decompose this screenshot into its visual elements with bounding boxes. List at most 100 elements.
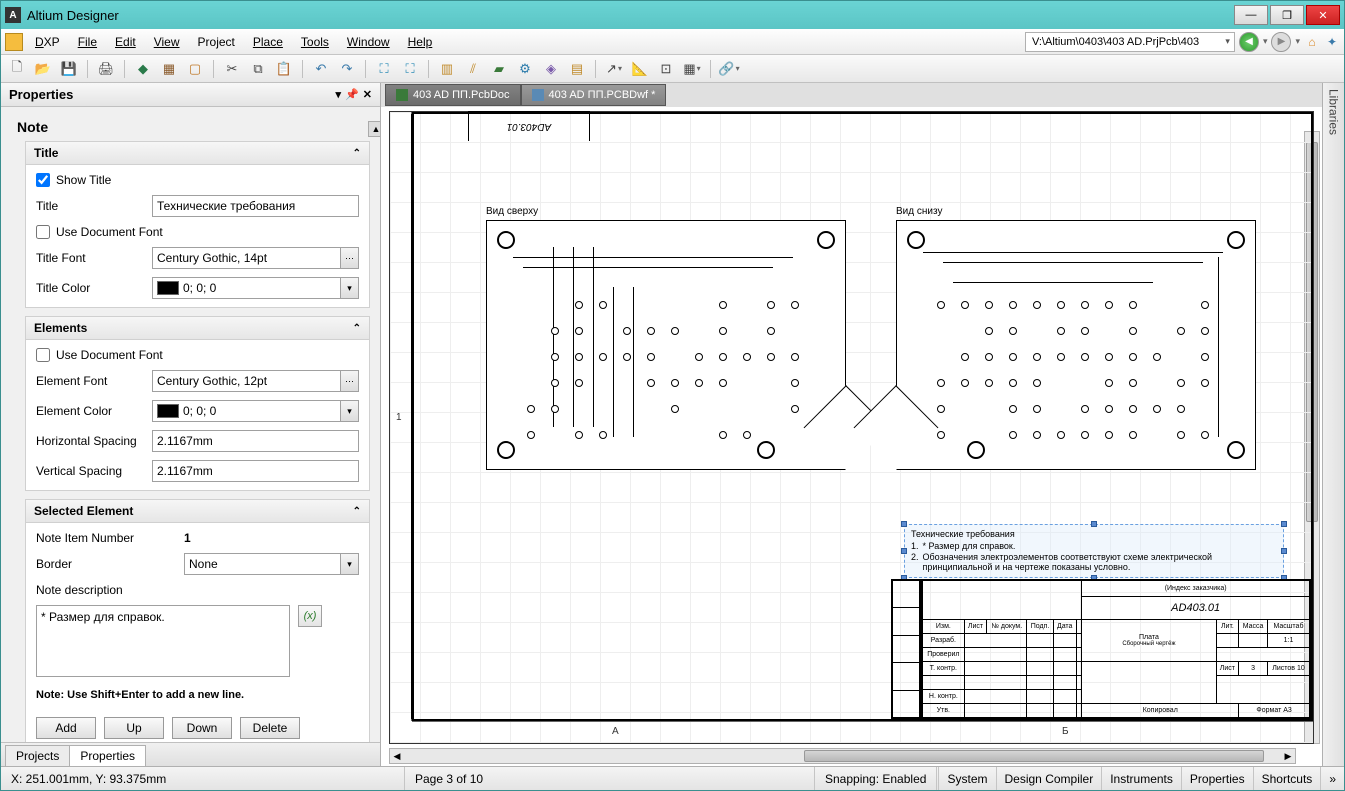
down-button[interactable]: Down — [172, 717, 232, 739]
status-instruments[interactable]: Instruments — [1101, 767, 1181, 790]
panel-dropdown-icon[interactable]: ▾ — [336, 88, 342, 101]
add-button[interactable]: Add — [36, 717, 96, 739]
vspacing-input[interactable]: 2.1167mm — [152, 460, 359, 482]
panel-close-icon[interactable]: ✕ — [363, 88, 372, 101]
status-design-compiler[interactable]: Design Compiler — [996, 767, 1102, 790]
status-shortcuts[interactable]: Shortcuts — [1253, 767, 1321, 790]
status-expand[interactable]: » — [1320, 767, 1344, 790]
horizontal-scrollbar[interactable]: ◀ ▶ — [389, 748, 1296, 764]
section-note: Note — [17, 119, 370, 135]
close-button[interactable]: ✕ — [1306, 5, 1340, 25]
group-title[interactable]: Title ⌃ — [26, 142, 369, 165]
doc-tab-pcbdoc[interactable]: 403 AD ПП.PcbDoc — [385, 84, 521, 106]
delete-button[interactable]: Delete — [240, 717, 300, 739]
snap-icon[interactable]: ⊡ — [656, 59, 676, 79]
title-input[interactable]: Технические требования — [152, 195, 359, 217]
nav-back-button[interactable]: ◀ — [1239, 32, 1259, 52]
app-title: Altium Designer — [27, 8, 1234, 23]
use-doc-font-el-checkbox[interactable]: Use Document Font — [36, 348, 359, 362]
redo-icon[interactable]: ↷ — [337, 59, 357, 79]
status-system[interactable]: System — [938, 767, 995, 790]
collapse-icon: ⌃ — [353, 506, 361, 517]
minimize-button[interactable]: — — [1234, 5, 1268, 25]
design-icon[interactable]: ▥ — [437, 59, 457, 79]
title-color-label: Title Color — [36, 281, 144, 295]
undo-icon[interactable]: ↶ — [311, 59, 331, 79]
menu-place[interactable]: Place — [245, 32, 291, 52]
tab-projects[interactable]: Projects — [5, 745, 70, 766]
canvas[interactable]: 1 А Б AD403.01 Вид сверху Вид снизу — [381, 107, 1322, 766]
open-icon[interactable]: 📂 — [33, 59, 53, 79]
zoom-area-icon[interactable]: ⛶ — [400, 59, 420, 79]
menu-dxp[interactable]: DXP — [27, 32, 68, 52]
color-swatch — [157, 281, 179, 295]
hspacing-input[interactable]: 2.1167mm — [152, 430, 359, 452]
menu-tools[interactable]: Tools — [293, 32, 337, 52]
element-font-field[interactable]: Century Gothic, 12pt ⋯ — [152, 370, 359, 392]
drc-icon[interactable]: ⚙ — [515, 59, 535, 79]
tab-properties[interactable]: Properties — [69, 745, 146, 766]
drawing-frame: AD403.01 Вид сверху Вид снизу — [412, 112, 1313, 721]
titlebar: A Altium Designer — ❐ ✕ — [1, 1, 1344, 29]
chevron-down-icon[interactable]: ▾ — [340, 401, 358, 421]
status-properties[interactable]: Properties — [1181, 767, 1253, 790]
up-button[interactable]: Up — [104, 717, 164, 739]
print-icon[interactable]: 🖨 — [96, 59, 116, 79]
libraries-rail[interactable]: Libraries — [1322, 83, 1344, 766]
group-elements[interactable]: Elements ⌃ — [26, 317, 369, 340]
view-bottom-label: Вид снизу — [896, 206, 942, 217]
show-title-checkbox[interactable]: Show Title — [36, 173, 359, 187]
chevron-down-icon[interactable]: ▾ — [340, 278, 358, 298]
board-icon[interactable]: ▦ — [159, 59, 179, 79]
new-icon[interactable]: 🗋 — [7, 59, 27, 79]
tool-dd1[interactable]: ↗ — [604, 59, 624, 79]
nav-forward-button[interactable]: ▶ — [1271, 32, 1291, 52]
element-color-label: Element Color — [36, 404, 144, 418]
notes-box[interactable]: Технические требования 1.* Размер для сп… — [904, 524, 1284, 578]
hint-text: Note: Use Shift+Enter to add a new line. — [36, 689, 359, 701]
panel-pin-icon[interactable]: 📌 — [345, 88, 359, 101]
project-path-dropdown[interactable]: V:\Altium\0403\403 AD.PrjPcb\403 — [1025, 32, 1235, 52]
maximize-button[interactable]: ❐ — [1270, 5, 1304, 25]
status-snapping: Snapping: Enabled — [815, 767, 937, 790]
grid-dd[interactable]: ▦ — [682, 59, 702, 79]
3d-icon[interactable]: ◈ — [541, 59, 561, 79]
note-line-2: Обозначения электроэлементов соответству… — [923, 552, 1277, 572]
measure-icon[interactable]: 📐 — [630, 59, 650, 79]
paste-icon[interactable]: 📋 — [274, 59, 294, 79]
menu-help[interactable]: Help — [400, 32, 441, 52]
menu-project[interactable]: Project — [190, 32, 243, 52]
poly-icon[interactable]: ▰ — [489, 59, 509, 79]
save-icon[interactable]: 💾 — [59, 59, 79, 79]
component-icon[interactable]: ▢ — [185, 59, 205, 79]
use-doc-font-title-checkbox[interactable]: Use Document Font — [36, 225, 359, 239]
note-description-input[interactable]: * Размер для справок. — [36, 605, 290, 677]
border-dropdown[interactable]: None ▾ — [184, 553, 359, 575]
report-icon[interactable]: ▤ — [567, 59, 587, 79]
copy-icon[interactable]: ⧉ — [248, 59, 268, 79]
home-icon[interactable]: ⌂ — [1304, 34, 1320, 50]
doc-tab-pcbdwf[interactable]: 403 AD ПП.PCBDwf * — [521, 84, 667, 106]
zoom-fit-icon[interactable]: ⛶ — [374, 59, 394, 79]
layers-icon[interactable]: ◆ — [133, 59, 153, 79]
favorite-icon[interactable]: ✦ — [1324, 34, 1340, 50]
link-dd[interactable]: 🔗 — [719, 59, 739, 79]
cut-icon[interactable]: ✂ — [222, 59, 242, 79]
view-top-label: Вид сверху — [486, 206, 538, 217]
menu-file[interactable]: File — [70, 32, 105, 52]
menu-view[interactable]: View — [146, 32, 188, 52]
formula-button[interactable]: (x) — [298, 605, 322, 627]
group-selected[interactable]: Selected Element ⌃ — [26, 500, 369, 523]
route-icon[interactable]: ⫽ — [463, 59, 483, 79]
ruler-horizontal: А Б — [412, 721, 1313, 743]
scroll-up-button[interactable]: ▲ — [368, 121, 380, 137]
ellipsis-icon[interactable]: ⋯ — [340, 248, 358, 268]
title-font-field[interactable]: Century Gothic, 14pt ⋯ — [152, 247, 359, 269]
element-color-field[interactable]: 0; 0; 0 ▾ — [152, 400, 359, 422]
chevron-down-icon[interactable]: ▾ — [340, 554, 358, 574]
ellipsis-icon[interactable]: ⋯ — [340, 371, 358, 391]
dxp-icon[interactable] — [5, 33, 23, 51]
menu-window[interactable]: Window — [339, 32, 398, 52]
title-color-field[interactable]: 0; 0; 0 ▾ — [152, 277, 359, 299]
menu-edit[interactable]: Edit — [107, 32, 144, 52]
